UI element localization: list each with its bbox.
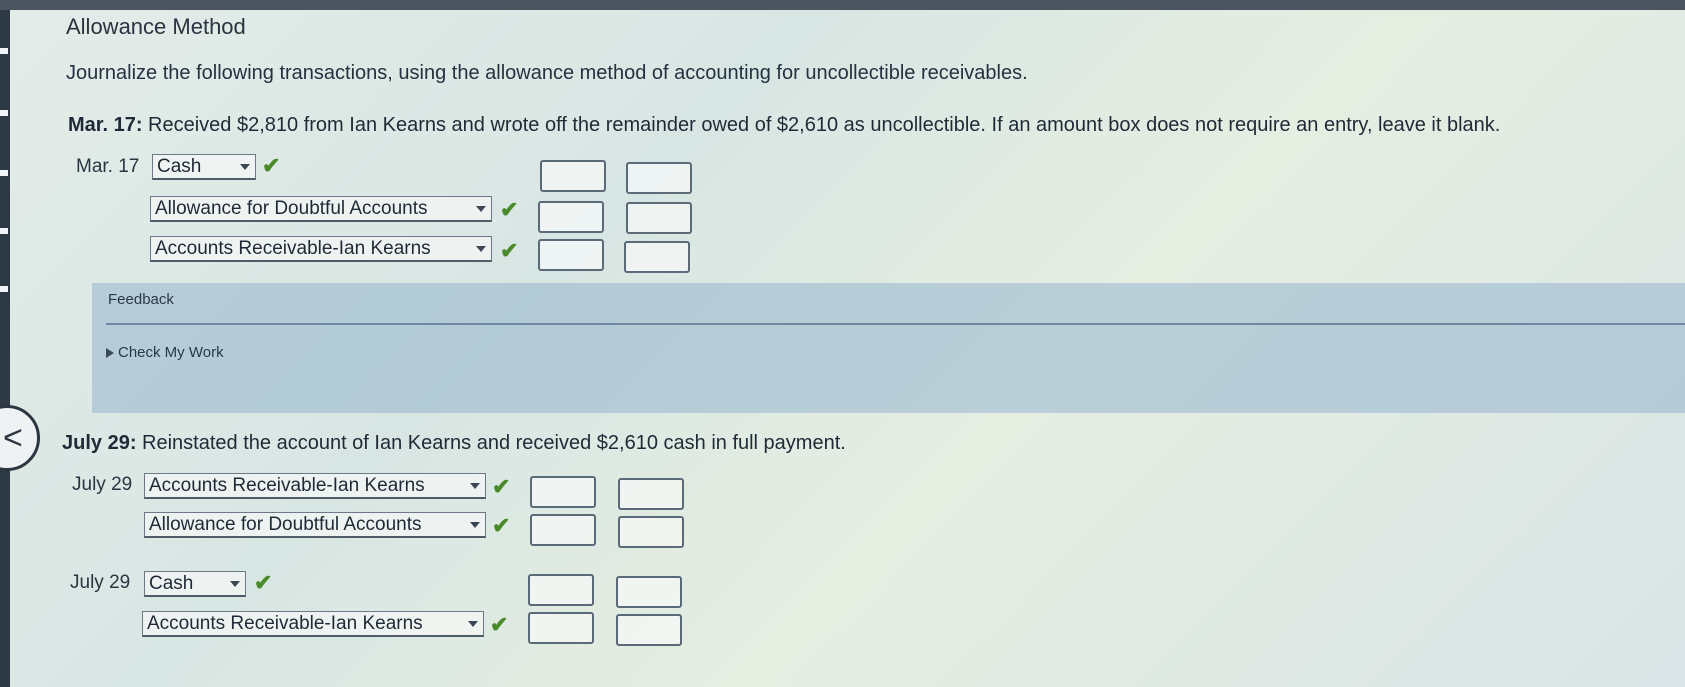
question-mar17: Mar. 17: Received $2,810 from Ian Kearns…: [68, 114, 1500, 137]
chevron-down-icon: [470, 522, 480, 528]
debit-amount-input[interactable]: [538, 201, 604, 233]
question-date-label: July 29:: [62, 432, 137, 454]
debit-amount-input[interactable]: [540, 160, 606, 192]
edge-tick: [0, 48, 8, 54]
checkmark-icon: ✔: [254, 570, 273, 595]
expand-triangle-icon: [106, 348, 114, 359]
credit-amount-input[interactable]: [618, 516, 684, 548]
credit-amount-input[interactable]: [616, 576, 682, 608]
credit-amount-input[interactable]: [626, 162, 692, 194]
question-text: Received $2,810 from Ian Kearns and wrot…: [148, 114, 1501, 136]
account-select-cash[interactable]: Cash: [152, 154, 256, 180]
account-select-receivable[interactable]: Accounts Receivable-Ian Kearns: [144, 473, 486, 499]
account-select-receivable[interactable]: Accounts Receivable-Ian Kearns: [142, 611, 484, 637]
back-button[interactable]: <: [0, 405, 40, 471]
chevron-down-icon: [470, 483, 480, 489]
account-select-value: Accounts Receivable-Ian Kearns: [155, 238, 431, 259]
debit-amount-input[interactable]: [530, 514, 596, 546]
credit-amount-input[interactable]: [616, 614, 682, 646]
chevron-down-icon: [230, 581, 240, 587]
checkmark-icon: ✔: [500, 238, 519, 263]
top-strip: [0, 0, 1685, 10]
credit-amount-input[interactable]: [626, 202, 692, 234]
account-select-value: Accounts Receivable-Ian Kearns: [149, 475, 425, 496]
account-select-allowance[interactable]: Allowance for Doubtful Accounts: [150, 196, 492, 222]
debit-amount-input[interactable]: [538, 239, 604, 271]
account-select-value: Allowance for Doubtful Accounts: [149, 514, 422, 535]
checkmark-icon: ✔: [262, 153, 281, 178]
checkmark-icon: ✔: [492, 474, 511, 499]
account-select-receivable[interactable]: Accounts Receivable-Ian Kearns: [150, 236, 492, 262]
check-my-work-label: Check My Work: [118, 344, 224, 361]
chevron-down-icon: [240, 164, 250, 170]
question-date-label: Mar. 17:: [68, 114, 143, 136]
debit-amount-input[interactable]: [528, 574, 594, 606]
credit-amount-input[interactable]: [624, 241, 690, 273]
check-my-work-toggle[interactable]: Check My Work: [106, 344, 224, 361]
entry-date: Mar. 17: [76, 156, 140, 177]
chevron-down-icon: [468, 621, 478, 627]
feedback-title: Feedback: [108, 291, 174, 308]
page: Allowance Method Journalize the followin…: [0, 0, 1685, 687]
edge-tick: [0, 110, 8, 116]
account-select-allowance[interactable]: Allowance for Doubtful Accounts: [144, 512, 486, 538]
page-title: Allowance Method: [66, 14, 246, 39]
account-select-value: Allowance for Doubtful Accounts: [155, 198, 428, 219]
chevron-down-icon: [476, 206, 486, 212]
edge-tick: [0, 228, 8, 234]
feedback-panel: [92, 283, 1685, 413]
left-edge: [0, 10, 10, 687]
account-select-value: Cash: [149, 573, 194, 594]
account-select-cash[interactable]: Cash: [144, 571, 246, 597]
account-select-value: Accounts Receivable-Ian Kearns: [147, 613, 423, 634]
instructions-text: Journalize the following transactions, u…: [66, 62, 1028, 84]
edge-tick: [0, 170, 8, 176]
checkmark-icon: ✔: [490, 612, 509, 637]
credit-amount-input[interactable]: [618, 478, 684, 510]
entry-date: July 29: [70, 572, 131, 593]
checkmark-icon: ✔: [492, 513, 511, 538]
question-jul29: July 29: Reinstated the account of Ian K…: [62, 432, 846, 455]
feedback-divider: [106, 323, 1685, 325]
checkmark-icon: ✔: [500, 197, 519, 222]
debit-amount-input[interactable]: [528, 612, 594, 644]
question-text: Reinstated the account of Ian Kearns and…: [142, 432, 846, 454]
debit-amount-input[interactable]: [530, 476, 596, 508]
entry-date: July 29: [72, 474, 133, 495]
chevron-down-icon: [476, 246, 486, 252]
chevron-left-icon: <: [3, 419, 23, 457]
edge-tick: [0, 286, 8, 292]
account-select-value: Cash: [157, 156, 202, 177]
